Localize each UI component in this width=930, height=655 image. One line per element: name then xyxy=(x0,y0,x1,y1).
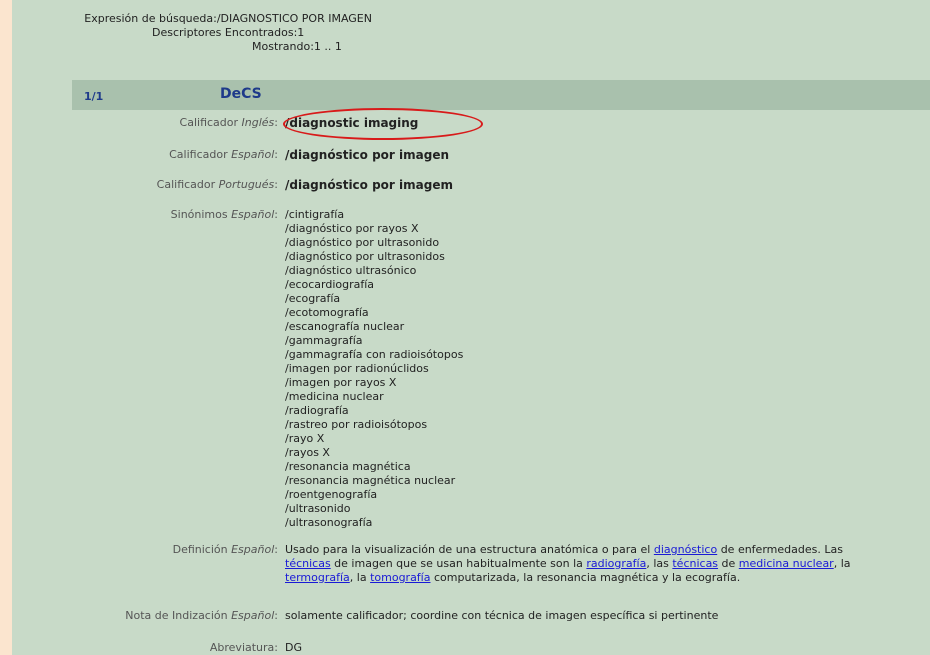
link-tomografia[interactable]: tomografía xyxy=(370,571,430,584)
field-label: Definición Español: xyxy=(172,543,278,556)
list-item: /imagen por radionúclidos xyxy=(285,362,429,375)
showing-value: 1 .. 1 xyxy=(313,40,342,53)
list-item: /diagnóstico por ultrasonido xyxy=(285,236,440,249)
field-label: Calificador Portugués: xyxy=(156,178,278,191)
list-item: /diagnóstico por ultrasonidos xyxy=(285,250,445,263)
field-label: Calificador Español: xyxy=(169,148,278,161)
search-expression-row: Expresión de búsqueda:/DIAGNOSTICO POR I… xyxy=(12,12,372,26)
decs-record-card: 1/1 DeCS Calificador Inglés: /diagnostic… xyxy=(72,80,930,655)
list-item: /diagnóstico ultrasónico xyxy=(285,264,417,277)
list-item: /ecotomografía xyxy=(285,306,369,319)
qualifier-spanish: /diagnóstico por imagen xyxy=(285,148,450,162)
indexing-note: solamente calificador; coordine con técn… xyxy=(285,609,719,622)
list-item: /resonancia magnética nuclear xyxy=(285,474,456,487)
list-item: /ultrasonido xyxy=(285,502,351,515)
results-frame: Expresión de búsqueda:/DIAGNOSTICO POR I… xyxy=(12,0,930,655)
synonyms-list: /cintigrafía /diagnóstico por rayos X /d… xyxy=(285,208,885,530)
found-row: Descriptores Encontrados:1 xyxy=(12,26,372,40)
showing-row: Mostrando:1 .. 1 xyxy=(12,40,372,54)
record-title: DeCS xyxy=(220,86,262,102)
list-item: /radiografía xyxy=(285,404,349,417)
abbreviation: DG xyxy=(285,641,302,654)
list-item: /gammagrafía con radioisótopos xyxy=(285,348,464,361)
field-label: Calificador Inglés: xyxy=(179,116,278,129)
record-count: 1/1 xyxy=(84,90,104,103)
list-item: /rayo X xyxy=(285,432,325,445)
search-expression-label: Expresión de búsqueda: xyxy=(84,12,217,25)
list-item: /ecocardiografía xyxy=(285,278,375,291)
link-medicina-nuclear[interactable]: medicina nuclear xyxy=(739,557,834,570)
list-item: /medicina nuclear xyxy=(285,390,384,403)
list-item: /roentgenografía xyxy=(285,488,378,501)
list-item: /rayos X xyxy=(285,446,330,459)
qualifier-portuguese: /diagnóstico por imagem xyxy=(285,178,453,192)
link-termografia[interactable]: termografía xyxy=(285,571,350,584)
list-item: /resonancia magnética xyxy=(285,460,411,473)
link-radiografia[interactable]: radiografía xyxy=(586,557,646,570)
record-header: 1/1 DeCS xyxy=(72,80,930,110)
list-item: /gammagrafía xyxy=(285,334,363,347)
qualifier-english: /diagnostic imaging xyxy=(285,116,419,130)
link-tecnicas-2[interactable]: técnicas xyxy=(672,557,718,570)
list-item: /ecografía xyxy=(285,292,341,305)
link-diagnostico[interactable]: diagnóstico xyxy=(654,543,717,556)
search-expression-value: /DIAGNOSTICO POR IMAGEN xyxy=(216,12,372,25)
showing-label: Mostrando: xyxy=(252,40,314,53)
found-label: Descriptores Encontrados: xyxy=(152,26,298,39)
field-label: Sinónimos Español: xyxy=(170,208,278,221)
list-item: /rastreo por radioisótopos xyxy=(285,418,428,431)
search-summary: Expresión de búsqueda:/DIAGNOSTICO POR I… xyxy=(12,12,372,54)
list-item: /ultrasonografía xyxy=(285,516,373,529)
found-value: 1 xyxy=(297,26,305,39)
field-label: Nota de Indización Español: xyxy=(125,609,278,622)
list-item: /diagnóstico por rayos X xyxy=(285,222,419,235)
list-item: /cintigrafía xyxy=(285,208,345,221)
list-item: /escanografía nuclear xyxy=(285,320,405,333)
link-tecnicas[interactable]: técnicas xyxy=(285,557,331,570)
list-item: /imagen por rayos X xyxy=(285,376,397,389)
field-label: Abreviatura: xyxy=(209,641,278,654)
definition-text: Usado para la visualización de una estru… xyxy=(285,543,851,584)
